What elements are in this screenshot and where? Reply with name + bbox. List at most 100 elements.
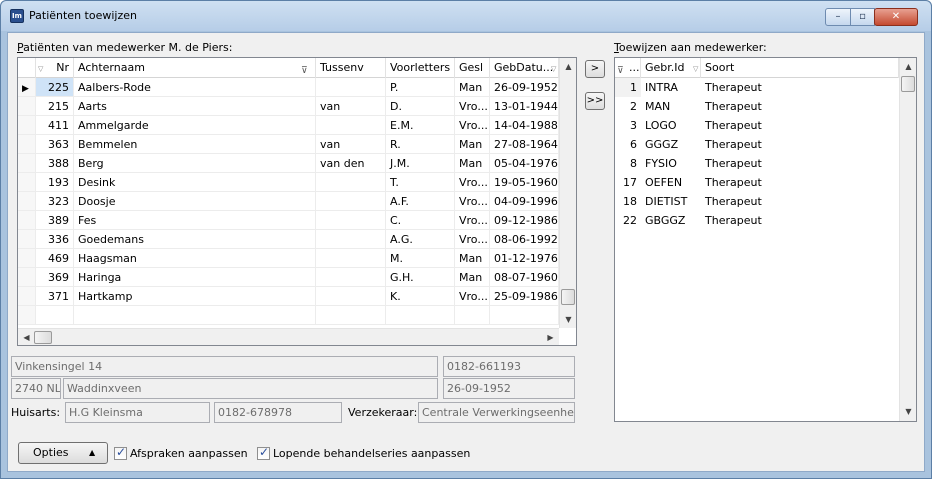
table-row[interactable]: 388 Berg van den J.M. Man 05-04-1976 [18,154,559,173]
cell-voorletters[interactable]: R. [386,135,455,154]
cell-gebr-id[interactable]: OEFEN [641,173,701,192]
cell-gebdatum[interactable]: 08-07-1960 [490,268,559,287]
cell-gesl[interactable]: Man [455,249,490,268]
col-gebdatum[interactable]: GebDatu... ▽ [490,58,559,78]
maximize-button[interactable]: ▫ [850,8,875,26]
table-row[interactable]: 17 OEFEN Therapeut [615,173,899,192]
cell-nr[interactable]: 3 [615,116,641,135]
cell-gesl[interactable]: Vro... [455,192,490,211]
cell-gesl[interactable]: Man [455,154,490,173]
table-row[interactable]: 193 Desink T. Vro... 19-05-1960 [18,173,559,192]
cell-gesl[interactable]: Man [455,135,490,154]
filter-icon[interactable]: ⊽ [301,61,308,78]
cell-soort[interactable]: Therapeut [701,192,899,211]
cell-tussenv[interactable] [316,287,386,306]
cell-gesl[interactable]: Vro... [455,116,490,135]
cell-tussenv[interactable] [316,268,386,287]
table-row[interactable]: 8 FYSIO Therapeut [615,154,899,173]
col-soort[interactable]: Soort [701,58,899,78]
cell-voorletters[interactable]: D. [386,97,455,116]
cell-nr[interactable]: 2 [615,97,641,116]
cell-nr[interactable]: 363 [36,135,74,154]
cell-nr[interactable]: 193 [36,173,74,192]
cell-achternaam[interactable]: Doosje [74,192,316,211]
cell-gesl[interactable]: Vro... [455,230,490,249]
cell-tussenv[interactable] [316,78,386,97]
cell-achternaam[interactable]: Hartkamp [74,287,316,306]
cell-soort[interactable]: Therapeut [701,116,899,135]
filter-icon[interactable]: ⊽ [617,61,624,78]
cell-soort[interactable]: Therapeut [701,78,899,97]
table-row[interactable]: 18 DIETIST Therapeut [615,192,899,211]
cell-soort[interactable]: Therapeut [701,173,899,192]
cell-tussenv[interactable] [316,173,386,192]
row-indicator[interactable]: ▶ [18,78,36,97]
patients-grid[interactable]: ▽ Nr Achternaam ⊽ Tussenv Voorletters Gesl… [17,57,577,346]
cell-achternaam[interactable]: Berg [74,154,316,173]
table-row[interactable]: ▶ 225 Aalbers-Rode P. Man 26-09-1952 [18,78,559,97]
cell-voorletters[interactable]: M. [386,249,455,268]
patients-vertical-scrollbar[interactable]: ▲ ▼ [559,58,576,328]
row-indicator[interactable] [18,97,36,116]
cell-gesl[interactable]: Vro... [455,97,490,116]
cell-gebr-id[interactable]: GBGGZ [641,211,701,230]
cell-soort[interactable]: Therapeut [701,135,899,154]
cell-gebdatum[interactable]: 01-12-1976 [490,249,559,268]
minimize-button[interactable]: – [825,8,851,26]
options-button[interactable]: Opties ▲ [18,442,108,464]
cell-gebr-id[interactable]: LOGO [641,116,701,135]
cell-achternaam[interactable]: Ammelgarde [74,116,316,135]
cell-tussenv[interactable] [316,230,386,249]
cell-tussenv[interactable] [316,249,386,268]
scroll-left-icon[interactable]: ◀ [18,329,35,345]
employees-vertical-scrollbar[interactable]: ▲ ▼ [899,58,916,421]
cell-achternaam[interactable]: Goedemans [74,230,316,249]
cell-nr[interactable]: 17 [615,173,641,192]
cell-voorletters[interactable]: A.F. [386,192,455,211]
scroll-down-icon[interactable]: ▼ [560,311,576,328]
cell-tussenv[interactable] [316,192,386,211]
afspraken-checkbox[interactable]: ✓ [114,445,127,460]
table-row[interactable]: 411 Ammelgarde E.M. Vro... 14-04-1988 [18,116,559,135]
cell-achternaam[interactable]: Bemmelen [74,135,316,154]
cell-nr[interactable]: 1 [615,78,641,97]
cell-gebr-id[interactable]: INTRA [641,78,701,97]
cell-gebr-id[interactable]: GGGZ [641,135,701,154]
scroll-up-icon[interactable]: ▲ [560,58,576,75]
cell-gebdatum[interactable]: 08-06-1992 [490,230,559,249]
cell-tussenv[interactable]: van [316,135,386,154]
assign-selected-button[interactable]: > [585,60,605,78]
cell-gesl[interactable]: Vro... [455,173,490,192]
table-row[interactable]: 389 Fes C. Vro... 09-12-1986 [18,211,559,230]
row-indicator[interactable] [18,173,36,192]
cell-gebdatum[interactable]: 04-09-1996 [490,192,559,211]
cell-gebdatum[interactable]: 05-04-1976 [490,154,559,173]
behandelseries-label[interactable]: Lopende behandelseries aanpassen [273,447,470,460]
row-indicator[interactable] [18,268,36,287]
scroll-thumb[interactable] [561,289,575,305]
cell-gebr-id[interactable]: FYSIO [641,154,701,173]
table-row[interactable]: 215 Aarts van D. Vro... 13-01-1944 [18,97,559,116]
row-indicator[interactable] [18,230,36,249]
table-row[interactable]: 371 Hartkamp K. Vro... 25-09-1986 [18,287,559,306]
cell-voorletters[interactable]: C. [386,211,455,230]
col-gesl[interactable]: Gesl [455,58,490,78]
cell-nr[interactable]: 22 [615,211,641,230]
cell-voorletters[interactable]: G.H. [386,268,455,287]
cell-achternaam[interactable]: Aalbers-Rode [74,78,316,97]
cell-achternaam[interactable]: Haagsman [74,249,316,268]
cell-nr[interactable]: 411 [36,116,74,135]
cell-gesl[interactable]: Vro... [455,211,490,230]
cell-soort[interactable]: Therapeut [701,97,899,116]
col-achternaam[interactable]: Achternaam ⊽ [74,58,316,78]
col-nr[interactable]: ▽ Nr [36,58,74,78]
cell-tussenv[interactable]: van den [316,154,386,173]
cell-achternaam[interactable]: Haringa [74,268,316,287]
cell-nr[interactable]: 336 [36,230,74,249]
cell-gesl[interactable]: Vro... [455,287,490,306]
cell-voorletters[interactable]: P. [386,78,455,97]
cell-gebdatum[interactable]: 25-09-1986 [490,287,559,306]
cell-soort[interactable]: Therapeut [701,211,899,230]
cell-nr[interactable]: 6 [615,135,641,154]
table-row[interactable]: 3 LOGO Therapeut [615,116,899,135]
